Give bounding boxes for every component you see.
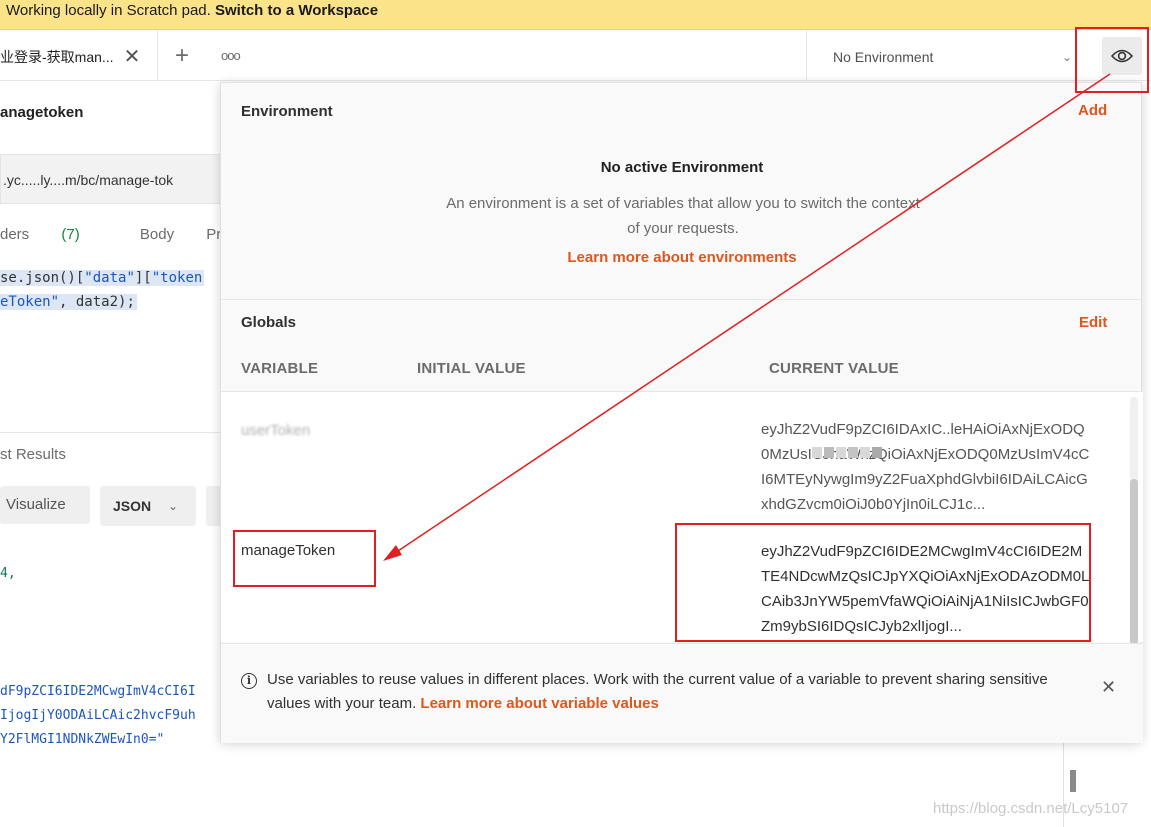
annotation-arrow (383, 73, 1111, 561)
